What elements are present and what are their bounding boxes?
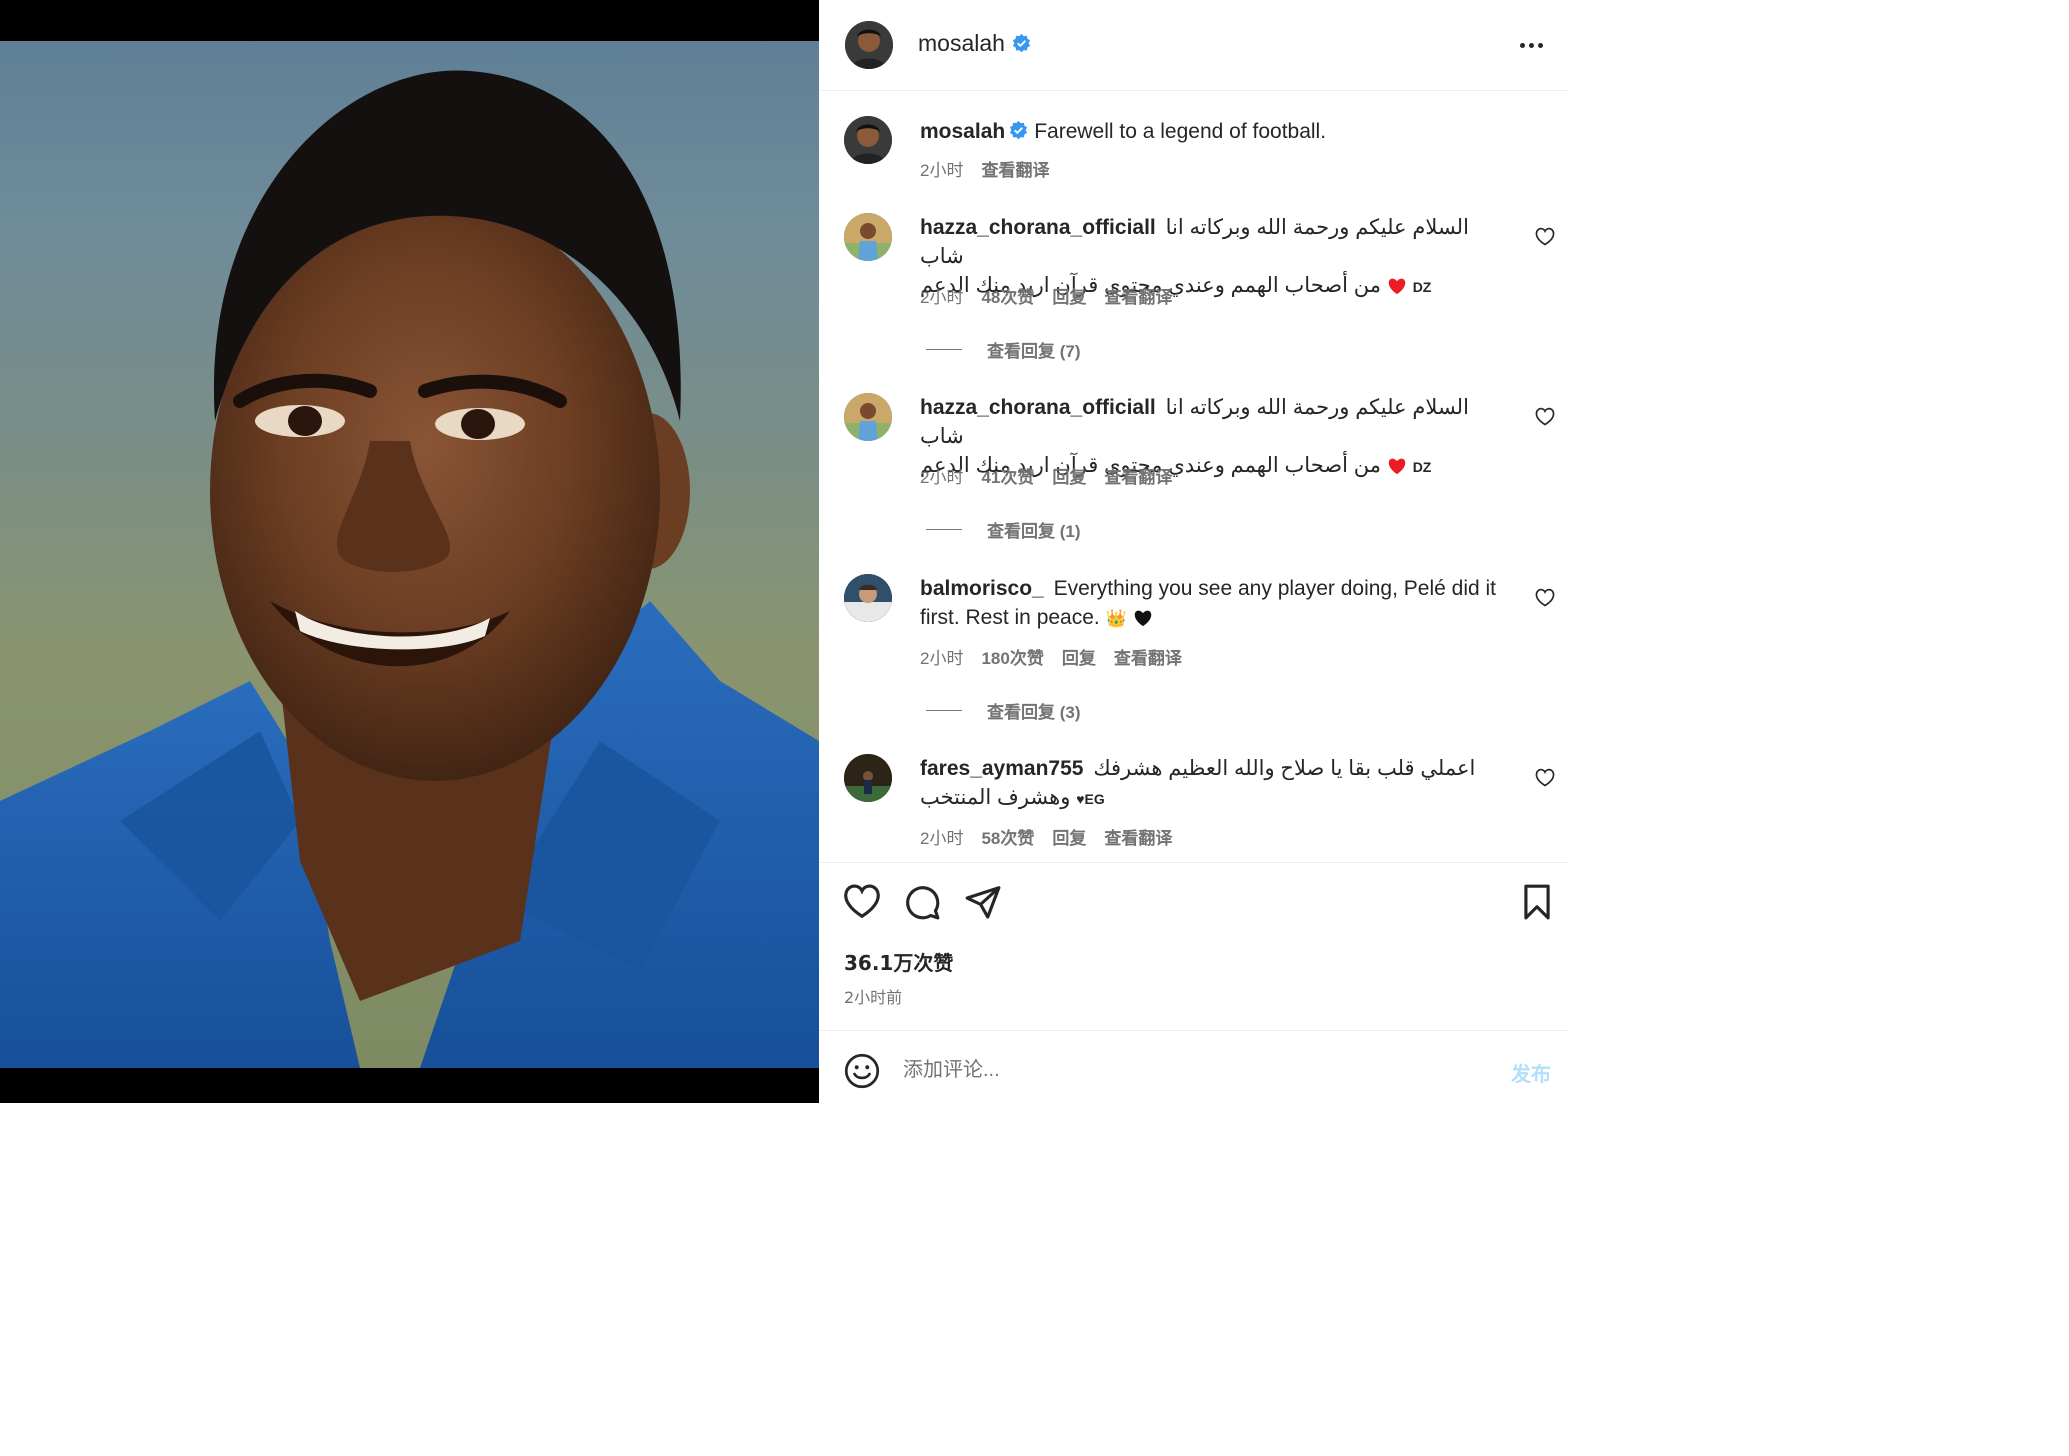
comment-flag: ♥EG	[1076, 791, 1105, 807]
more-options-button[interactable]	[1516, 30, 1546, 60]
post-actions: 36.1万次赞 2小时前	[819, 862, 1568, 1030]
posted-time: 2小时前	[844, 988, 903, 1007]
caption-body: mosalah Farewell to a legend of football.	[920, 117, 1510, 146]
commenter-avatar[interactable]	[844, 393, 892, 441]
comment-meta: 2小时 58次赞 回复 查看翻译	[920, 824, 1172, 849]
post-photo	[0, 41, 819, 1068]
comment-item: fares_ayman755 اعملي قلب بقا يا صلاح وال…	[819, 754, 1568, 854]
verified-badge	[1008, 34, 1031, 55]
view-replies-button[interactable]: 查看回复 (1)	[926, 517, 1081, 542]
comment-time: 2小时	[920, 829, 964, 848]
comment-meta: 2小时 41次赞 回复 查看翻译	[920, 463, 1172, 488]
add-comment-bar: 发布	[819, 1030, 1568, 1103]
translate-link[interactable]: 查看翻译	[1104, 463, 1172, 488]
comment-item: balmorisco_ Everything you see any playe…	[819, 574, 1568, 724]
caption-time: 2小时	[920, 161, 964, 180]
comment-likes[interactable]: 41次赞	[981, 463, 1034, 488]
translate-link[interactable]: 查看翻译	[1104, 283, 1172, 308]
comment-item: hazza_chorana_officiall السلام عليكم ورح…	[819, 213, 1568, 363]
black-heart-icon	[1134, 610, 1151, 627]
heart-icon[interactable]	[1535, 768, 1555, 788]
comment-text-line1: اعملي قلب بقا يا صلاح والله العظيم هشرفك	[1093, 757, 1476, 780]
author-avatar[interactable]	[844, 116, 892, 164]
post-panel: mosalah mosalah Farewell to a legend of f…	[819, 0, 1568, 1103]
comments-list: mosalah Farewell to a legend of football.…	[819, 92, 1568, 862]
comment-username[interactable]: hazza_chorana_officiall	[920, 396, 1156, 419]
comment-likes[interactable]: 58次赞	[981, 824, 1034, 849]
heart-icon[interactable]	[1535, 407, 1555, 427]
reply-button[interactable]: 回复	[1052, 283, 1086, 308]
heart-icon[interactable]	[843, 883, 881, 921]
share-icon[interactable]	[964, 883, 1002, 921]
bookmark-icon[interactable]	[1518, 883, 1556, 921]
verified-icon	[1010, 121, 1028, 140]
view-replies-label: 查看回复 (1)	[987, 522, 1081, 541]
commenter-avatar[interactable]	[844, 213, 892, 261]
comment-body: fares_ayman755 اعملي قلب بقا يا صلاح وال…	[920, 754, 1510, 814]
reply-button[interactable]: 回复	[1062, 644, 1096, 669]
author-username[interactable]: mosalah	[918, 30, 1005, 57]
author-avatar[interactable]	[845, 21, 893, 69]
more-icon	[1519, 42, 1525, 48]
comment-item: hazza_chorana_officiall السلام عليكم ورح…	[819, 393, 1568, 543]
comment-likes[interactable]: 48次赞	[981, 283, 1034, 308]
view-replies-button[interactable]: 查看回复 (3)	[926, 698, 1081, 723]
caption-text: Farewell to a legend of football.	[1034, 120, 1327, 143]
post-media	[0, 0, 819, 1103]
likes-count[interactable]: 36.1万次赞	[844, 947, 953, 976]
comment-time: 2小时	[920, 649, 964, 668]
portrait-photo	[0, 70, 819, 1068]
commenter-avatar[interactable]	[844, 754, 892, 802]
comment-icon[interactable]	[903, 883, 941, 921]
crown-emoji: 👑	[1105, 609, 1127, 628]
red-heart-icon	[1388, 458, 1406, 475]
red-heart-icon	[1388, 278, 1406, 295]
comment-body: balmorisco_ Everything you see any playe…	[920, 574, 1510, 633]
comment-text-line2: وهشرف المنتخب	[920, 786, 1071, 809]
comment-username[interactable]: balmorisco_	[920, 577, 1044, 600]
commenter-avatar[interactable]	[844, 574, 892, 622]
heart-icon[interactable]	[1535, 227, 1555, 247]
comment-time: 2小时	[920, 288, 964, 307]
view-replies-label: 查看回复 (3)	[987, 703, 1081, 722]
comment-meta: 2小时 48次赞 回复 查看翻译	[920, 283, 1172, 308]
comment-time: 2小时	[920, 468, 964, 487]
comment-flag: DZ	[1412, 279, 1432, 295]
comment-username[interactable]: hazza_chorana_officiall	[920, 216, 1156, 239]
heart-icon[interactable]	[1535, 588, 1555, 608]
comment-likes[interactable]: 180次赞	[981, 644, 1043, 669]
view-replies-button[interactable]: 查看回复 (7)	[926, 337, 1081, 362]
reply-button[interactable]: 回复	[1052, 463, 1086, 488]
caption-meta: 2小时 查看翻译	[920, 156, 1049, 181]
caption-translate-link[interactable]: 查看翻译	[981, 156, 1049, 181]
comment-flag: DZ	[1412, 459, 1432, 475]
emoji-icon[interactable]	[844, 1053, 880, 1089]
caption-username[interactable]: mosalah	[920, 120, 1005, 143]
caption-item: mosalah Farewell to a legend of football.…	[819, 116, 1568, 186]
comment-meta: 2小时 180次赞 回复 查看翻译	[920, 644, 1182, 669]
comment-username[interactable]: fares_ayman755	[920, 757, 1083, 780]
translate-link[interactable]: 查看翻译	[1104, 824, 1172, 849]
post-comment-button[interactable]: 发布	[1511, 1058, 1551, 1087]
translate-link[interactable]: 查看翻译	[1114, 644, 1182, 669]
comment-input[interactable]	[903, 1053, 1463, 1087]
view-replies-label: 查看回复 (7)	[987, 342, 1081, 361]
reply-button[interactable]: 回复	[1052, 824, 1086, 849]
verified-icon	[1012, 34, 1031, 53]
post-header: mosalah	[819, 0, 1568, 91]
